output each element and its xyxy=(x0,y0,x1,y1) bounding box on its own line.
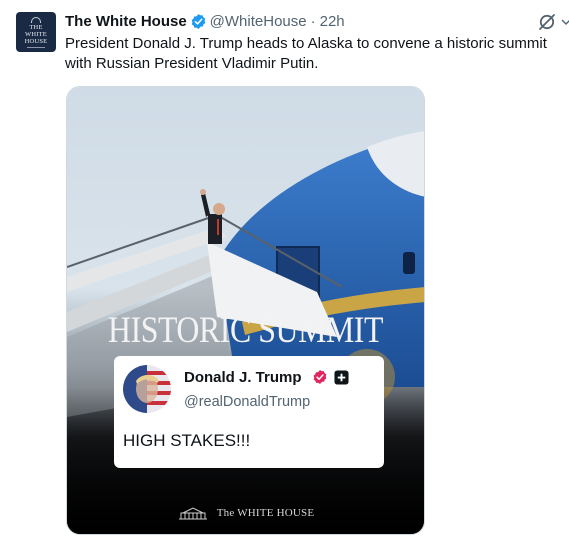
avatar-word-1: THE xyxy=(29,23,43,31)
avatar-word-3: HOUSE xyxy=(24,37,48,45)
embedded-author-name: Donald J. Trump xyxy=(184,369,302,386)
footer-label: The WHITE HOUSE xyxy=(216,507,315,519)
embedded-author-handle: @realDonaldTrump xyxy=(184,394,311,410)
tweet-timestamp[interactable]: 22h xyxy=(320,13,345,30)
verified-badge-icon xyxy=(313,370,327,384)
separator-dot: · xyxy=(310,12,316,30)
author-handle[interactable]: @WhiteHouse xyxy=(210,13,307,30)
embedded-post-text: HIGH STAKES!!! xyxy=(123,431,251,450)
author-display-name[interactable]: The White House xyxy=(65,13,187,30)
author-avatar[interactable]: THE WHITE HOUSE xyxy=(16,12,56,52)
avatar-rule xyxy=(27,46,45,48)
white-house-building-icon xyxy=(178,507,207,520)
chevron-down-icon[interactable] xyxy=(561,19,569,25)
media-footer: The WHITE HOUSE xyxy=(67,505,424,521)
tweet-media-image[interactable]: HISTORIC SUMMIT Donald J. Trump @realDon… xyxy=(66,86,425,535)
grok-icon[interactable] xyxy=(537,12,557,32)
verified-badge-icon[interactable] xyxy=(190,13,207,30)
avatar-word-2: WHITE xyxy=(25,30,47,38)
tweet-text: President Donald J. Trump heads to Alask… xyxy=(65,35,547,72)
white-house-logo-icon xyxy=(31,16,41,23)
media-headline: HISTORIC SUMMIT xyxy=(108,310,383,351)
tweet-header: The White House @WhiteHouse · 22h xyxy=(65,11,345,31)
embedded-author-avatar xyxy=(123,365,171,413)
plus-badge-icon xyxy=(334,370,349,385)
embedded-post-card: Donald J. Trump @realDonaldTrump HIGH ST… xyxy=(114,356,384,468)
